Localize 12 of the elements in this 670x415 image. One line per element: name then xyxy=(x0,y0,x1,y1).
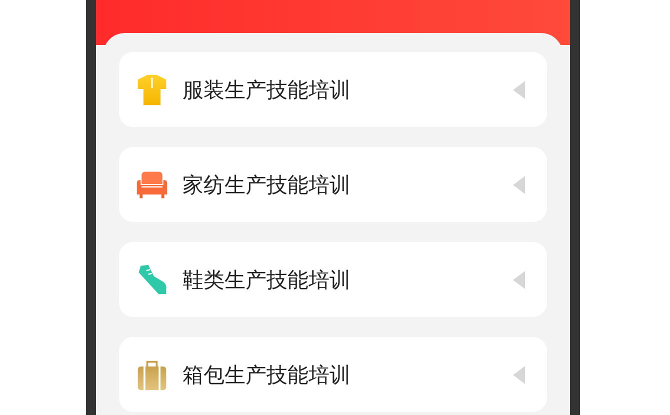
category-label: 鞋类生产技能培训 xyxy=(182,266,352,294)
category-label: 服装生产技能培训 xyxy=(182,76,352,104)
category-item[interactable]: 箱包生产技能培训 xyxy=(118,337,546,412)
arrow-icon xyxy=(512,80,524,98)
arrow-icon xyxy=(512,270,524,288)
category-label: 箱包生产技能培训 xyxy=(182,362,352,388)
category-item[interactable]: 家纺生产技能培训 xyxy=(118,147,546,222)
category-item[interactable]: 服装生产技能培训 xyxy=(118,52,546,127)
arrow-icon xyxy=(512,176,524,194)
arrow-icon xyxy=(512,366,524,384)
category-item[interactable]: 鞋类生产技能培训 xyxy=(118,242,546,317)
category-label: 家纺生产技能培训 xyxy=(182,172,352,198)
